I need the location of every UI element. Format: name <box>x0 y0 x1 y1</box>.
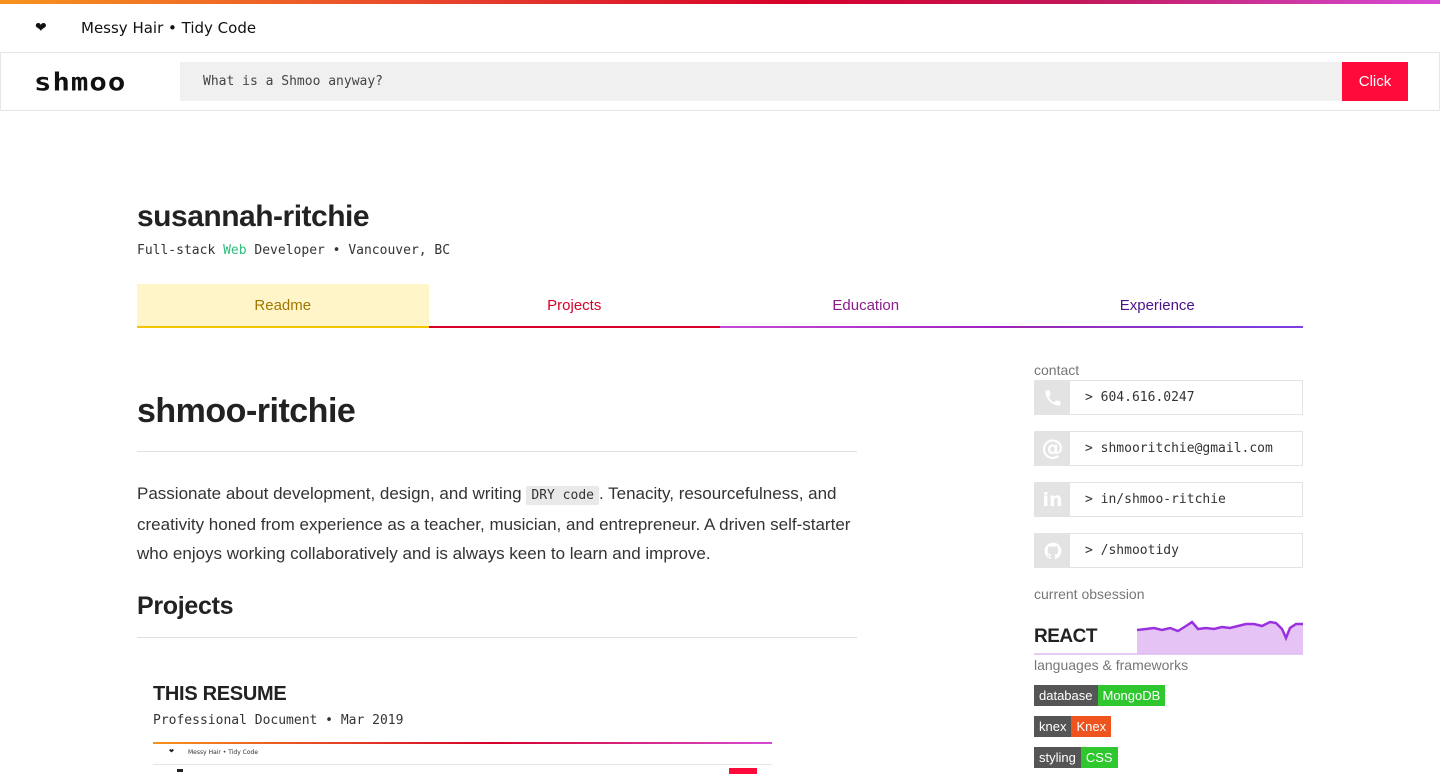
languages-label: languages & frameworks <box>1034 657 1189 673</box>
badge-key: database <box>1034 685 1098 706</box>
projects-heading: Projects <box>137 592 234 620</box>
phone-icon <box>1035 381 1070 414</box>
contact-label: contact <box>1034 362 1080 378</box>
contact-linkedin-text: > in/shmoo-ritchie <box>1085 492 1226 507</box>
shmoo-logo[interactable]: shmoo <box>34 70 126 95</box>
contact-github[interactable]: > /shmootidy <box>1034 533 1303 568</box>
section-tabs: Readme Projects Education Experience <box>137 284 1303 328</box>
badge-value: Knex <box>1071 716 1112 737</box>
badge-key: styling <box>1034 747 1081 768</box>
project-thumbnail[interactable]: ❤ Messy Hair • Tidy Code <box>153 742 772 774</box>
intro-paragraph: Passionate about development, design, an… <box>137 479 859 568</box>
subtitle-prefix: Full-stack <box>137 243 224 258</box>
subtitle-suffix: Developer • Vancouver, BC <box>246 243 451 258</box>
thumbnail-button <box>729 768 757 774</box>
thumbnail-tagline: Messy Hair • Tidy Code <box>188 749 259 756</box>
badge-styling: styling CSS <box>1034 747 1118 768</box>
at-icon: @ <box>1035 432 1070 465</box>
project-title[interactable]: THIS RESUME <box>153 683 287 706</box>
profile-name: susannah-ritchie <box>137 200 370 233</box>
divider <box>137 637 857 638</box>
thumbnail-divider <box>153 764 772 765</box>
linkedin-icon: in <box>1035 483 1070 516</box>
badge-value: MongoDB <box>1097 685 1166 706</box>
badge-value: CSS <box>1080 747 1118 768</box>
site-tagline: Messy Hair • Tidy Code <box>81 19 257 37</box>
thumbnail-gradient <box>153 742 772 744</box>
badge-key: knex <box>1034 716 1072 737</box>
project-subtitle: Professional Document • Mar 2019 <box>153 713 404 728</box>
profile-subtitle: Full-stack Web Developer • Vancouver, BC <box>137 243 450 258</box>
github-icon <box>1035 534 1070 567</box>
tab-education[interactable]: Education <box>720 284 1012 328</box>
heart-icon: ❤ <box>35 20 47 36</box>
badge-knex: knex Knex <box>1034 716 1112 737</box>
divider <box>137 451 857 452</box>
contact-github-text: > /shmootidy <box>1085 543 1179 558</box>
readme-heading: shmoo-ritchie <box>137 392 356 430</box>
tab-readme[interactable]: Readme <box>137 284 429 328</box>
contact-phone-text: > 604.616.0247 <box>1085 390 1195 405</box>
contact-phone[interactable]: > 604.616.0247 <box>1034 380 1303 415</box>
thumbnail-logo <box>177 769 183 772</box>
badge-database: database MongoDB <box>1034 685 1166 706</box>
subtitle-web: Web <box>223 243 247 258</box>
tagline-bar: ❤ Messy Hair • Tidy Code <box>0 4 1440 53</box>
tab-projects[interactable]: Projects <box>428 284 720 328</box>
navbar: shmoo Click <box>0 53 1440 111</box>
obsession-value: REACT <box>1034 626 1097 647</box>
click-button[interactable]: Click <box>1342 62 1408 101</box>
search-input[interactable] <box>180 62 1342 101</box>
tab-experience[interactable]: Experience <box>1011 284 1303 328</box>
intro-text-before: Passionate about development, design, an… <box>137 484 527 503</box>
contact-email[interactable]: @ > shmooritchie@gmail.com <box>1034 431 1303 466</box>
intro-code: DRY code <box>526 486 599 505</box>
thumbnail-heart-icon: ❤ <box>169 748 175 755</box>
obsession-label: current obsession <box>1034 586 1145 602</box>
contact-email-text: > shmooritchie@gmail.com <box>1085 441 1273 456</box>
contact-linkedin[interactable]: in > in/shmoo-ritchie <box>1034 482 1303 517</box>
